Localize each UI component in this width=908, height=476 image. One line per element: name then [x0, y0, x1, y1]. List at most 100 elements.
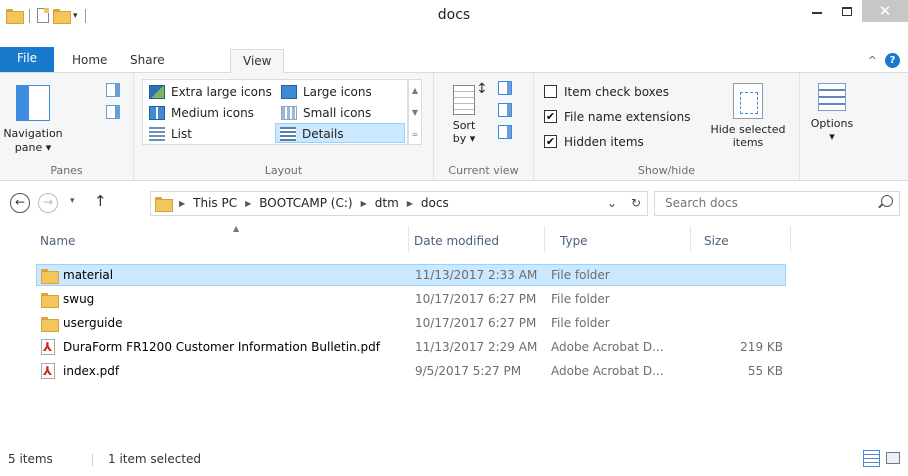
details-icon [280, 127, 296, 141]
column-divider[interactable] [690, 226, 691, 252]
forward-button[interactable]: → [38, 193, 58, 213]
layout-item-label: Medium icons [171, 106, 254, 120]
maximize-button[interactable] [832, 0, 862, 22]
hide-selected-items-button[interactable]: Hide selected items [700, 83, 796, 149]
layout-gallery: Extra large icons Large icons Medium ico… [142, 79, 408, 145]
breadcrumb-separator[interactable]: ▶ [407, 199, 413, 208]
layout-gallery-scroll[interactable]: ▲ ▼ = [408, 79, 422, 145]
hidden-items-toggle[interactable]: ✔ Hidden items [544, 135, 644, 151]
minimize-button[interactable] [802, 0, 832, 22]
options-dropdown-icon: ▾ [829, 130, 835, 143]
file-type: File folder [551, 292, 610, 306]
file-size: 55 KB [747, 364, 783, 378]
tab-file[interactable]: File [0, 47, 54, 72]
sort-by-label: Sort [452, 119, 476, 132]
preview-pane-icon[interactable] [106, 83, 120, 97]
help-icon[interactable]: ? [885, 53, 900, 68]
item-check-boxes-checkbox[interactable] [544, 85, 557, 98]
list-icon [149, 127, 165, 141]
file-name: material [63, 268, 114, 282]
breadcrumb-separator[interactable]: ▶ [361, 199, 367, 208]
breadcrumb-docs[interactable]: docs [421, 196, 449, 210]
window-title: docs [437, 7, 471, 23]
breadcrumb-this-pc[interactable]: This PC [193, 196, 237, 210]
hide-selected-label-2: items [732, 136, 764, 149]
file-name: index.pdf [63, 364, 120, 378]
navigation-pane-label-2: pane ▾ [14, 141, 52, 154]
file-date-modified: 10/17/2017 6:27 PM [415, 292, 537, 306]
status-bar: 5 items 1 item selected [0, 444, 908, 476]
group-label-layout: Layout [264, 164, 303, 177]
up-arrow-icon[interactable]: ↑ [94, 192, 107, 210]
column-divider[interactable] [790, 226, 791, 252]
navigation-pane-label: Navigation [3, 127, 63, 140]
layout-extra-large-icons[interactable]: Extra large icons [145, 82, 272, 102]
table-row[interactable]: userguide 10/17/2017 6:27 PM File folder [36, 312, 786, 334]
tab-home[interactable]: Home [60, 49, 119, 73]
add-columns-icon[interactable] [498, 103, 512, 117]
ribbon: Navigation pane ▾ Panes Layout Extra lar… [0, 73, 908, 181]
layout-medium-icons[interactable]: Medium icons [145, 103, 254, 123]
folder-icon [155, 196, 173, 212]
large-icons-view-icon[interactable] [886, 452, 900, 464]
file-type: Adobe Acrobat D... [551, 340, 664, 354]
column-header-name[interactable]: Name [40, 226, 410, 256]
file-name-extensions-checkbox[interactable]: ✔ [544, 110, 557, 123]
file-date-modified: 9/5/2017 5:27 PM [415, 364, 522, 378]
navigation-bar: ← → ▾ ↑ ▶ This PC ▶ BOOTCAMP (C:) ▶ dtm … [0, 189, 908, 219]
file-name-extensions-toggle[interactable]: ✔ File name extensions [544, 110, 691, 126]
layout-details[interactable]: Details [275, 123, 405, 143]
item-check-boxes-label: Item check boxes [564, 85, 670, 99]
column-divider[interactable] [544, 226, 545, 252]
file-type: Adobe Acrobat D... [551, 364, 664, 378]
window-controls: ✕ [802, 0, 908, 22]
item-check-boxes-toggle[interactable]: Item check boxes [544, 85, 669, 101]
column-divider[interactable] [408, 226, 409, 252]
group-show-hide: Item check boxes ✔ File name extensions … [534, 73, 800, 181]
layout-small-icons[interactable]: Small icons [277, 103, 371, 123]
table-row[interactable]: index.pdf 9/5/2017 5:27 PM Adobe Acrobat D… [36, 360, 786, 382]
layout-large-icons[interactable]: Large icons [277, 82, 372, 102]
navigation-pane-button[interactable]: Navigation pane ▾ [2, 81, 64, 155]
hidden-items-checkbox[interactable]: ✔ [544, 135, 557, 148]
small-icons-icon [281, 106, 297, 120]
collapse-ribbon-icon[interactable]: ^ [868, 54, 877, 67]
ribbon-tabs: File Home Share View ^ ? [0, 47, 908, 74]
details-view-icon[interactable] [863, 450, 880, 467]
layout-item-label: Details [302, 127, 344, 141]
search-box[interactable] [654, 191, 900, 216]
table-row[interactable]: material 11/13/2017 2:33 AM File folder [36, 264, 786, 286]
search-icon[interactable] [881, 195, 893, 207]
options-label: Options [810, 117, 854, 130]
breadcrumb-separator[interactable]: ▶ [245, 199, 251, 208]
file-date-modified: 11/13/2017 2:29 AM [415, 340, 538, 354]
group-by-icon[interactable] [498, 81, 512, 95]
size-columns-icon[interactable] [498, 125, 512, 139]
column-header-date-modified[interactable]: Date modified [414, 226, 544, 256]
breadcrumb-dtm[interactable]: dtm [375, 196, 399, 210]
status-selection: 1 item selected [108, 452, 202, 466]
column-header-type[interactable]: Type [560, 226, 680, 256]
sort-arrow-icon: ↕ [476, 81, 488, 97]
recent-locations-icon[interactable]: ▾ [70, 196, 75, 206]
tab-view[interactable]: View [230, 49, 285, 74]
table-row[interactable]: DuraForm FR1200 Customer Information Bul… [36, 336, 786, 358]
column-header-size[interactable]: Size [704, 226, 784, 256]
options-button[interactable]: Options ▾ [804, 83, 860, 143]
details-pane-icon[interactable] [106, 105, 120, 119]
layout-list[interactable]: List [145, 124, 192, 144]
address-bar[interactable]: ▶ This PC ▶ BOOTCAMP (C:) ▶ dtm ▶ docs ⌄… [150, 191, 648, 216]
tab-share[interactable]: Share [118, 49, 177, 73]
table-row[interactable]: swug 10/17/2017 6:27 PM File folder [36, 288, 786, 310]
breadcrumb-separator[interactable]: ▶ [179, 199, 185, 208]
back-button[interactable]: ← [10, 193, 30, 213]
maximize-icon [842, 6, 852, 16]
file-size: 219 KB [740, 340, 783, 354]
group-label-current-view: Current view [448, 164, 519, 177]
refresh-icon[interactable]: ↻ [631, 196, 641, 210]
breadcrumb-bootcamp[interactable]: BOOTCAMP (C:) [259, 196, 352, 210]
close-button[interactable]: ✕ [862, 0, 908, 22]
address-dropdown-icon[interactable]: ⌄ [607, 196, 617, 210]
search-input[interactable] [665, 196, 865, 210]
ribbon-controls: ^ ? [868, 53, 900, 68]
